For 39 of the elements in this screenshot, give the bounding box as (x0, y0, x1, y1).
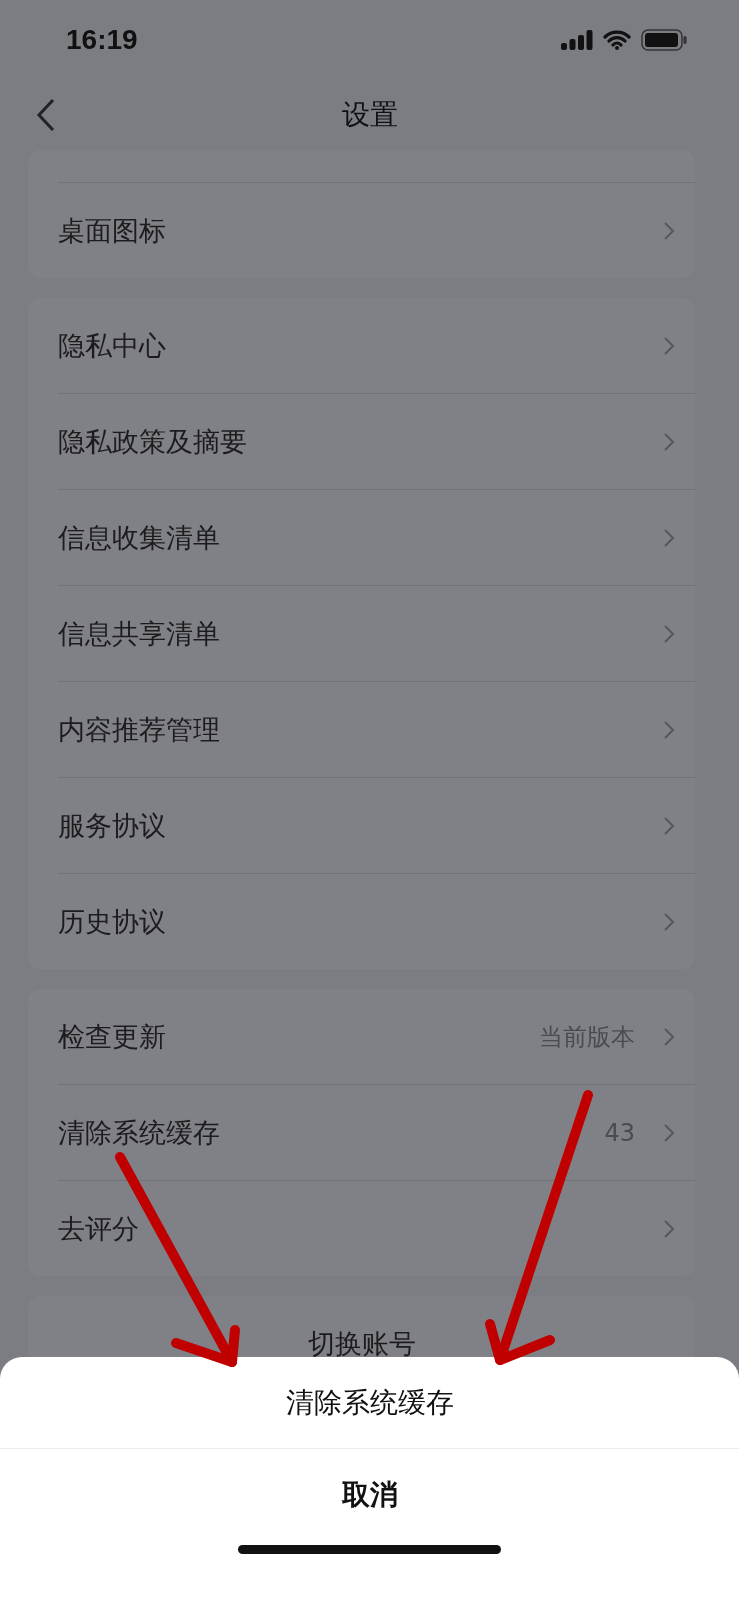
row-label: 信息收集清单 (58, 520, 221, 555)
page-title: 设置 (341, 97, 398, 133)
cancel-button[interactable]: 取消 (0, 1449, 739, 1541)
row-label: 信息共享清单 (58, 616, 221, 651)
chevron-icon (663, 527, 675, 548)
chevron-icon (663, 815, 675, 836)
row-label: 清除系统缓存 (58, 1115, 221, 1150)
settings-row[interactable]: 信息共享清单 (58, 586, 695, 682)
chevron-icon (663, 623, 675, 644)
row-label: 去评分 (58, 1211, 140, 1246)
settings-row[interactable]: 去评分 (58, 1181, 695, 1276)
chevron-icon (663, 1026, 675, 1047)
settings-row[interactable]: 隐私政策及摘要 (58, 394, 695, 490)
status-time: 16:19 (66, 24, 138, 56)
settings-row[interactable]: 信息收集清单 (58, 490, 695, 586)
row-label: 桌面图标 (58, 213, 167, 248)
back-icon[interactable] (36, 98, 56, 132)
signal-icon (561, 30, 593, 50)
chevron-icon (663, 335, 675, 356)
sheet-option[interactable]: 清除系统缓存 (0, 1357, 739, 1449)
settings-row[interactable]: 隐私中心 (58, 298, 695, 394)
settings-row[interactable]: 桌面图标 (58, 183, 695, 278)
chevron-icon (663, 220, 675, 241)
row-label: 检查更新 (58, 1019, 167, 1054)
row-label: 服务协议 (58, 808, 167, 843)
settings-row[interactable]: 历史协议 (58, 874, 695, 969)
wifi-icon (603, 30, 631, 50)
row-label: 内容推荐管理 (58, 712, 221, 747)
row-label: 历史协议 (58, 904, 167, 939)
chevron-icon (663, 911, 675, 932)
chevron-icon (663, 1122, 675, 1143)
chevron-icon (663, 1218, 675, 1239)
battery-icon (641, 29, 687, 51)
row-label: 隐私中心 (58, 328, 167, 363)
row-label: 隐私政策及摘要 (58, 424, 248, 459)
chevron-icon (663, 431, 675, 452)
chevron-icon (663, 719, 675, 740)
settings-row[interactable]: 服务协议 (58, 778, 695, 874)
settings-row[interactable]: 内容推荐管理 (58, 682, 695, 778)
